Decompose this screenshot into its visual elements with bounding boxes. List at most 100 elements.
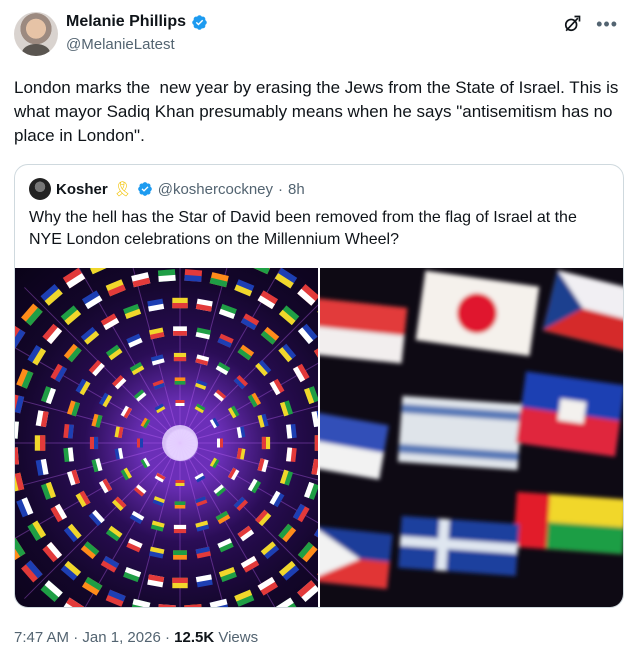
wheel-flag [215, 510, 231, 525]
wheel-flag [250, 268, 273, 275]
tweet-time[interactable]: 7:47 AM [14, 629, 69, 646]
wheel-flag [313, 344, 318, 366]
author-name-row[interactable]: Melanie Phillips [66, 13, 208, 31]
media-image-flags-closeup[interactable] [320, 268, 623, 607]
wheel-flag [75, 378, 91, 396]
wheel-flag [63, 423, 74, 439]
quoted-tweet[interactable]: Kosher 🎗 @koshercockney · 8h Why the hel… [14, 164, 624, 608]
wheel-flag [195, 327, 212, 340]
wheel-flag [297, 580, 318, 602]
wheel-flag [120, 405, 133, 419]
ribbon-icon: 🎗 [112, 181, 132, 198]
wheel-flag [237, 344, 255, 361]
author-avatar[interactable] [14, 12, 58, 56]
wheel-flag [227, 405, 240, 419]
wheel-flag [137, 438, 143, 448]
wheel-spoke [179, 268, 228, 444]
wheel-flag [240, 555, 260, 573]
wheel-flag [50, 503, 68, 523]
wheel-flag [184, 269, 203, 282]
quoted-tweet-media[interactable] [15, 268, 623, 607]
wheel-flag [269, 490, 285, 508]
quoted-author-handle[interactable]: @koshercockney [158, 181, 273, 198]
wheel-flag [297, 284, 318, 306]
wheel-flag [195, 298, 213, 312]
wheel-flag [215, 361, 231, 376]
wheel-flag [81, 290, 103, 310]
wheel-flag [42, 323, 63, 345]
wheel-flag [297, 541, 318, 563]
wheel-flag [16, 368, 34, 389]
tweet-date[interactable]: Jan 1, 2026 [82, 629, 160, 646]
wheel-flag [123, 567, 142, 583]
media-image-wheel-flags[interactable] [15, 268, 318, 607]
author-handle[interactable]: @MelanieLatest [66, 36, 175, 53]
wheel-flag [174, 377, 186, 385]
wheel-flag [63, 523, 82, 543]
wheel-flags-illustration [15, 268, 318, 607]
wheel-flag [261, 436, 271, 450]
wheel-flag [314, 435, 318, 451]
wheel-flag [120, 467, 133, 481]
wheel-flag [98, 478, 113, 494]
quoted-author-name[interactable]: Kosher [56, 181, 108, 198]
wheel-flag [304, 481, 318, 500]
wheel-flag [34, 435, 46, 451]
wheel-flag [140, 457, 151, 469]
wheel-flag [175, 480, 185, 486]
wheel-flag [184, 604, 203, 607]
wheel-spoke [179, 405, 318, 444]
wheel-flag [237, 525, 255, 542]
wheel-flag [88, 509, 105, 527]
wheel-flag [91, 413, 103, 428]
wheel-flag [21, 303, 43, 326]
wheel-flag [313, 520, 318, 542]
wheel-flag [257, 576, 279, 596]
wheel-flag [89, 436, 99, 450]
wheel-flag [15, 325, 26, 349]
verified-badge-icon [192, 14, 207, 30]
wheel-flag [140, 417, 151, 429]
wheel-flag [274, 268, 298, 289]
wheel-flag [88, 359, 105, 377]
wheel-flag [255, 359, 272, 377]
grok-icon[interactable] [562, 14, 582, 34]
views-label: Views [218, 629, 259, 646]
wheel-flag [234, 279, 255, 297]
wheel-flag [173, 550, 187, 560]
views-count: 12.5K [174, 629, 215, 646]
wheel-flag [257, 458, 269, 473]
wheel-flag [15, 472, 25, 492]
wheel-flag [126, 538, 143, 553]
wheel-flag [154, 403, 166, 414]
quoted-author-avatar[interactable] [29, 178, 51, 200]
wheel-flag [16, 497, 34, 518]
separator-dot: · [278, 180, 284, 198]
wheel-flag [100, 555, 120, 573]
more-icon[interactable]: ••• [596, 15, 618, 33]
wheel-flag [217, 333, 234, 348]
wheel-flag [195, 546, 212, 559]
wheel-flag [209, 598, 229, 607]
wheel-flag [87, 268, 110, 275]
wheel-flag [278, 523, 297, 543]
wheel-flag [27, 344, 47, 366]
wheel-flag [35, 458, 49, 476]
wheel-flag [15, 420, 19, 439]
author-name[interactable]: Melanie Phillips [66, 13, 186, 31]
wheel-flag [131, 272, 151, 288]
wheel-flag [172, 577, 188, 589]
tweet-text: London marks the new year by erasing the… [14, 78, 624, 145]
wheel-flag [278, 343, 297, 363]
wheel-flag [105, 525, 123, 542]
wheel-flag [147, 298, 165, 312]
wheel-flag [194, 403, 206, 414]
wheel-spoke [132, 268, 181, 444]
wheel-flag [80, 541, 100, 560]
wheel-flag [100, 313, 120, 331]
quoted-tweet-time[interactable]: 8h [288, 181, 305, 198]
wheel-flag [148, 327, 165, 340]
wheel-flag [240, 313, 260, 331]
flags-closeup-illustration [320, 270, 623, 590]
wheel-flag [62, 597, 86, 607]
